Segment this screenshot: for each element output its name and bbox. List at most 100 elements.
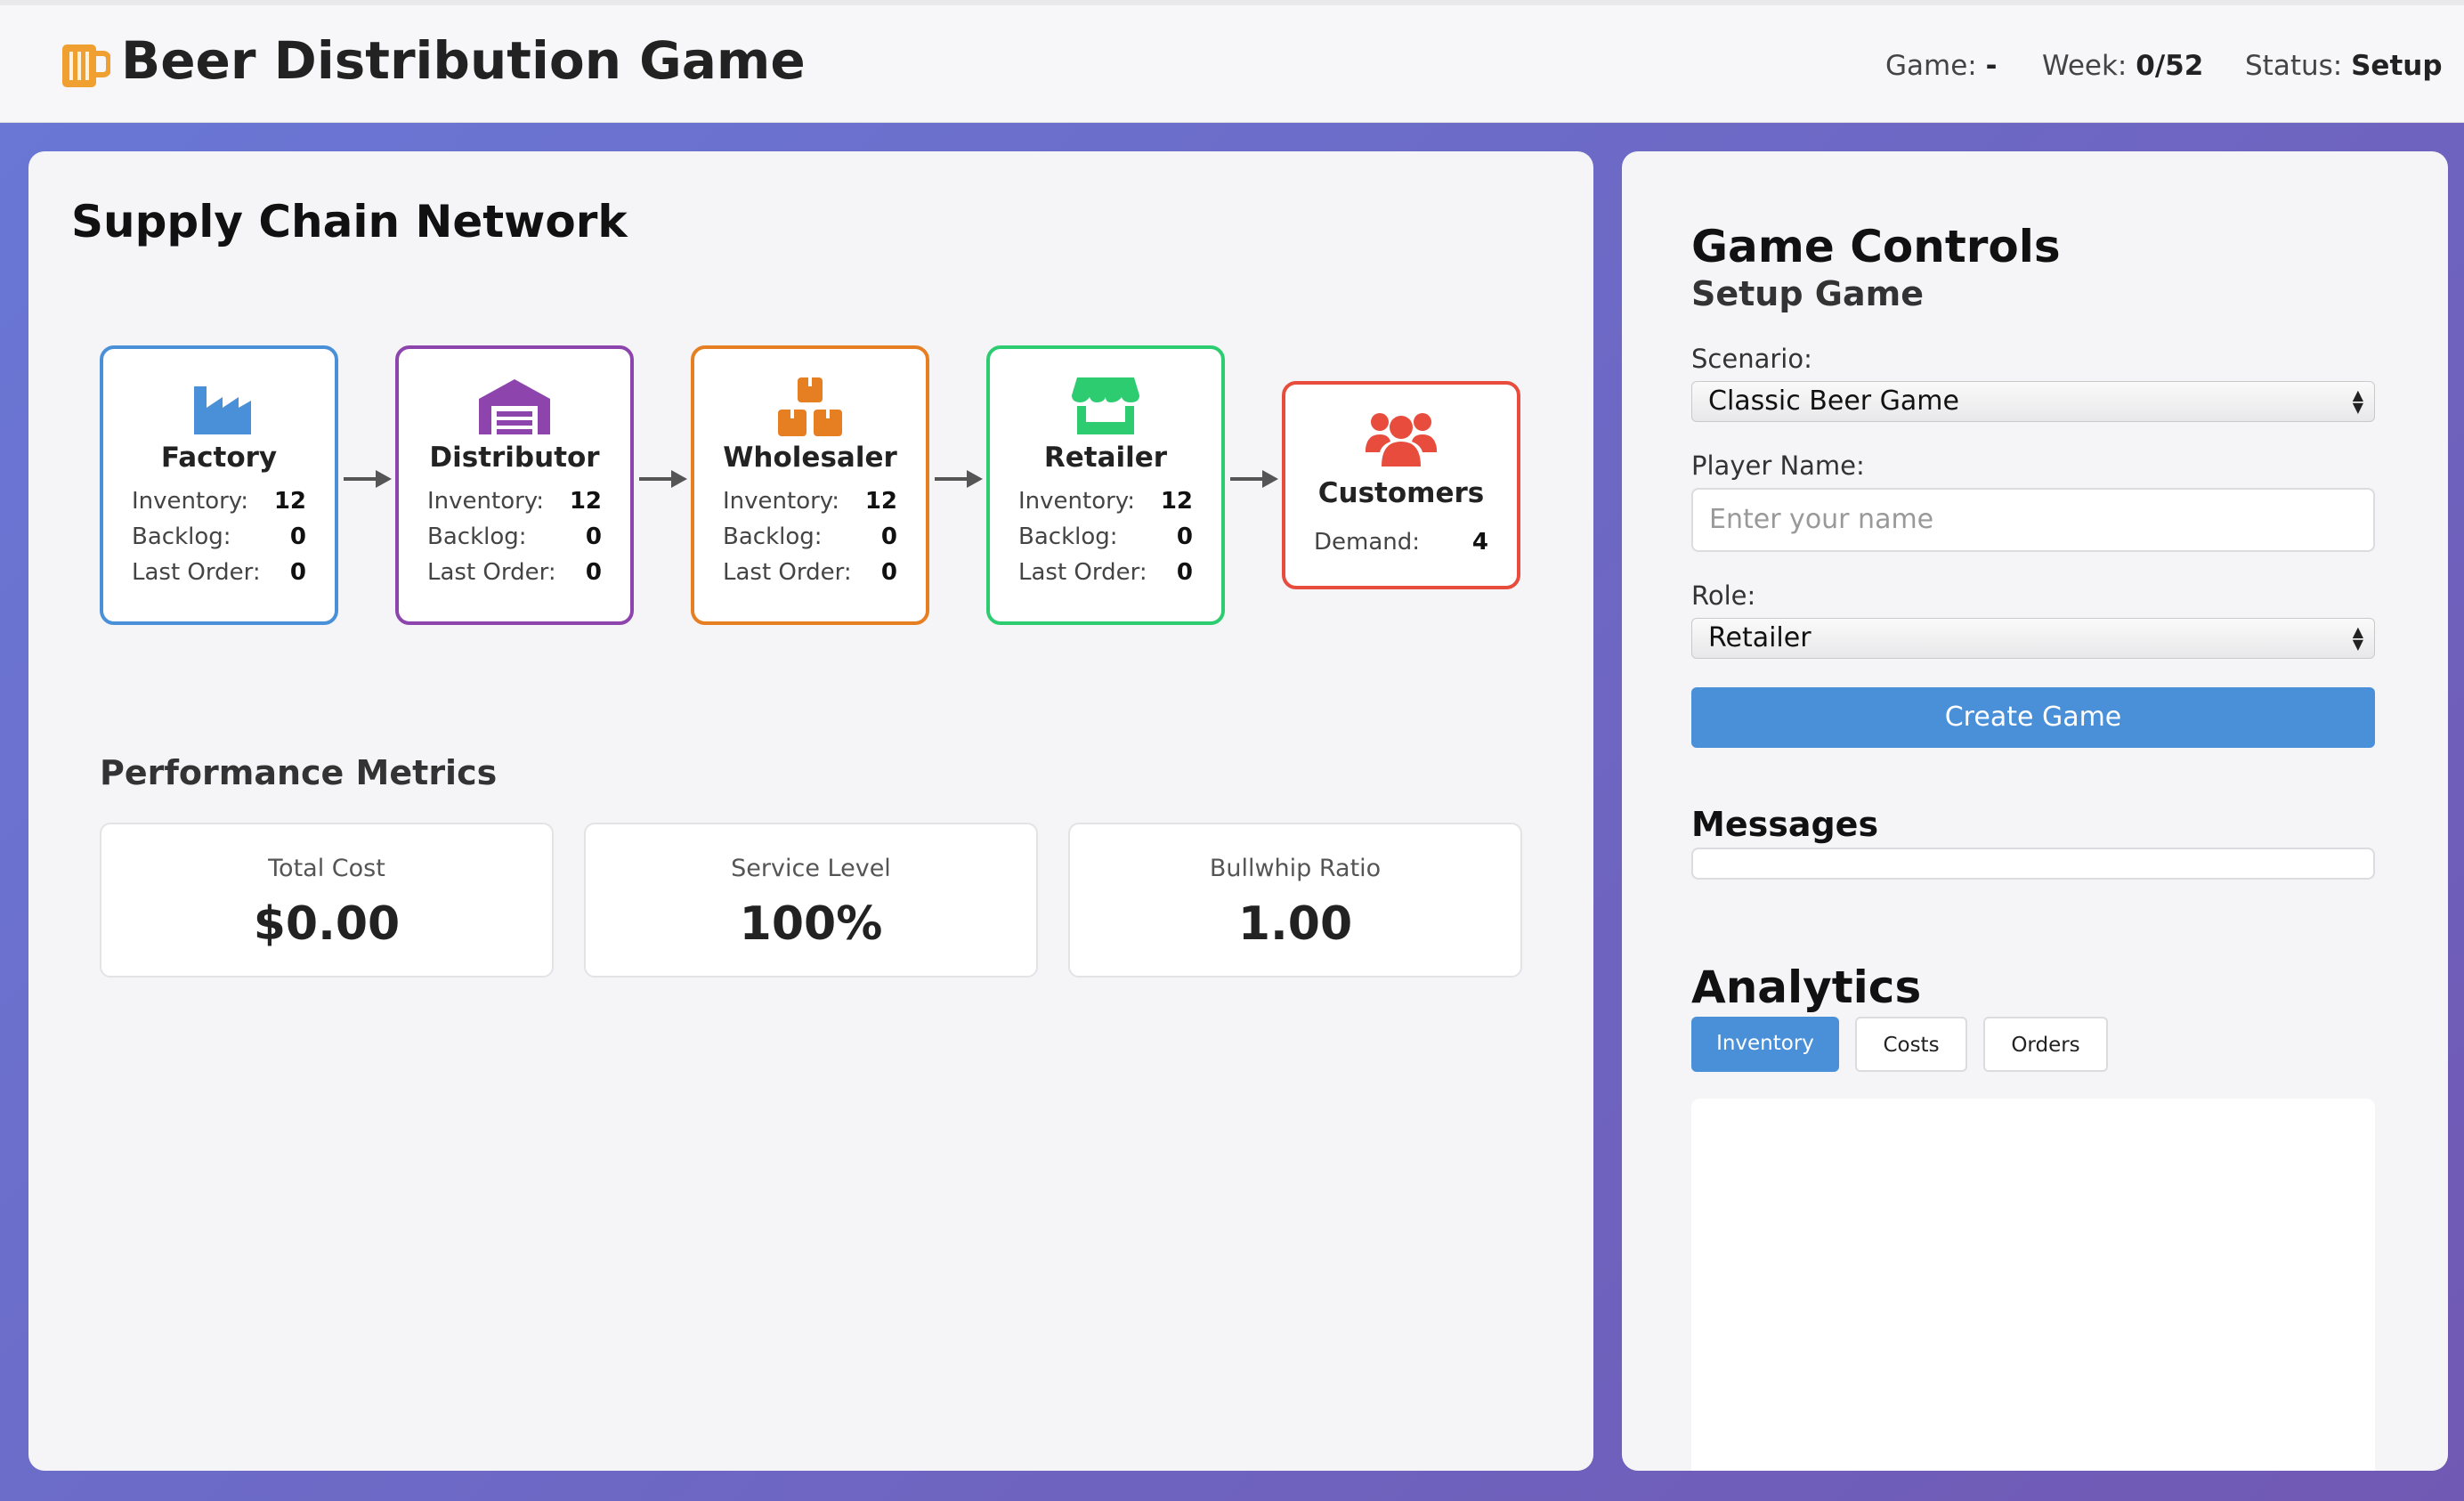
tab-inventory[interactable]: Inventory (1691, 1017, 1839, 1072)
last-order-label: Last Order: (427, 559, 556, 586)
role-select[interactable]: Retailer ▲ ▼ (1691, 618, 2375, 659)
metric-label: Total Cost (268, 855, 385, 882)
metric-value: 100% (739, 897, 883, 951)
demand-row: Demand: 4 (1314, 529, 1488, 556)
warehouse-icon (479, 379, 550, 434)
create-game-button[interactable]: Create Game (1691, 687, 2375, 748)
backlog-label: Backlog: (132, 523, 231, 550)
inventory-row: Inventory: 12 (723, 488, 897, 515)
backlog-value: 0 (585, 523, 602, 550)
users-icon (1366, 413, 1437, 467)
store-icon (1072, 377, 1139, 434)
node-name: Distributor (429, 442, 600, 474)
analytics-chart-area (1691, 1099, 2375, 1471)
select-arrows-icon: ▲ ▼ (2352, 623, 2363, 653)
backlog-value: 0 (289, 523, 306, 550)
metric-label: Bullwhip Ratio (1209, 855, 1382, 882)
app-title: Beer Distribution Game (121, 30, 806, 91)
arrow-right-icon (1230, 470, 1278, 488)
game-controls-title: Game Controls (1691, 221, 2061, 272)
metric-label: Service Level (731, 855, 891, 882)
inventory-label: Inventory: (1018, 488, 1136, 515)
node-factory[interactable]: Factory Inventory: 12 Backlog: 0 Last Orde… (100, 345, 338, 625)
backlog-label: Backlog: (1018, 523, 1118, 550)
inventory-label: Inventory: (427, 488, 545, 515)
boxes-icon (778, 377, 842, 436)
backlog-label: Backlog: (427, 523, 527, 550)
backlog-value: 0 (1176, 523, 1193, 550)
backlog-row: Backlog: 0 (132, 523, 306, 550)
inventory-row: Inventory: 12 (132, 488, 306, 515)
metric-service-level: Service Level 100% (584, 823, 1038, 978)
week-indicator: Week: 0/52 (2042, 50, 2203, 82)
inventory-label: Inventory: (132, 488, 249, 515)
last-order-row: Last Order: 0 (132, 559, 306, 586)
game-label: Game: (1885, 50, 1977, 82)
last-order-value: 0 (880, 559, 897, 586)
setup-game-subtitle: Setup Game (1691, 274, 1924, 313)
inventory-value: 12 (273, 488, 306, 515)
backlog-row: Backlog: 0 (1018, 523, 1193, 550)
last-order-value: 0 (585, 559, 602, 586)
supply-chain-title: Supply Chain Network (71, 196, 628, 247)
node-name: Retailer (1043, 442, 1168, 474)
inventory-value: 12 (1160, 488, 1193, 515)
last-order-label: Last Order: (1018, 559, 1147, 586)
inventory-value: 12 (864, 488, 897, 515)
player-name-placeholder: Enter your name (1709, 504, 1934, 535)
week-value: 0/52 (2136, 50, 2204, 82)
inventory-row: Inventory: 12 (427, 488, 602, 515)
week-label: Week: (2042, 50, 2128, 82)
demand-value: 4 (1471, 529, 1488, 556)
player-name-input[interactable]: Enter your name (1691, 488, 2375, 552)
game-value: - (1985, 50, 1998, 82)
last-order-row: Last Order: 0 (723, 559, 897, 586)
performance-metrics-title: Performance Metrics (100, 753, 498, 792)
node-distributor[interactable]: Distributor Inventory: 12 Backlog: 0 Last … (395, 345, 634, 625)
node-name: Factory (160, 442, 278, 474)
node-name: Customers (1317, 477, 1485, 509)
backlog-label: Backlog: (723, 523, 823, 550)
backlog-row: Backlog: 0 (427, 523, 602, 550)
last-order-row: Last Order: 0 (1018, 559, 1193, 586)
beer-mug-icon (62, 45, 110, 87)
metric-value: $0.00 (253, 897, 401, 951)
messages-box (1691, 848, 2375, 880)
factory-icon (194, 386, 251, 434)
role-label: Role: (1691, 580, 1756, 611)
last-order-label: Last Order: (723, 559, 852, 586)
last-order-value: 0 (1176, 559, 1193, 586)
inventory-label: Inventory: (723, 488, 840, 515)
node-name: Wholesaler (723, 442, 897, 474)
scenario-select[interactable]: Classic Beer Game ▲ ▼ (1691, 381, 2375, 422)
supply-chain-panel: Supply Chain Network Factory Inventory: 1… (28, 151, 1593, 1471)
select-arrows-icon: ▲ ▼ (2352, 386, 2363, 416)
status-label: Status: (2245, 50, 2343, 82)
demand-label: Demand: (1314, 529, 1421, 556)
analytics-title: Analytics (1691, 961, 1922, 1013)
arrow-right-icon (639, 470, 687, 488)
metric-bullwhip-ratio: Bullwhip Ratio 1.00 (1068, 823, 1522, 978)
scenario-selected-value: Classic Beer Game (1708, 385, 1959, 417)
status-indicator: Status: Setup (2245, 50, 2443, 82)
status-value: Setup (2351, 50, 2443, 82)
last-order-row: Last Order: 0 (427, 559, 602, 586)
backlog-value: 0 (880, 523, 897, 550)
node-wholesaler[interactable]: Wholesaler Inventory: 12 Backlog: 0 Last O… (691, 345, 929, 625)
node-retailer[interactable]: Retailer Inventory: 12 Backlog: 0 Last Ord… (986, 345, 1225, 625)
last-order-label: Last Order: (132, 559, 261, 586)
messages-title: Messages (1691, 805, 1879, 844)
app-header: Beer Distribution Game Game: - Week: 0/5… (0, 5, 2464, 123)
last-order-value: 0 (289, 559, 306, 586)
tab-costs[interactable]: Costs (1855, 1017, 1967, 1072)
backlog-row: Backlog: 0 (723, 523, 897, 550)
node-customers[interactable]: Customers Demand: 4 (1282, 381, 1520, 589)
metric-value: 1.00 (1237, 897, 1353, 951)
arrow-right-icon (344, 470, 392, 488)
tab-orders[interactable]: Orders (1983, 1017, 2108, 1072)
game-indicator: Game: - (1885, 50, 1997, 82)
scenario-label: Scenario: (1691, 344, 1812, 374)
inventory-value: 12 (569, 488, 602, 515)
player-name-label: Player Name: (1691, 450, 1865, 481)
game-controls-panel: Game Controls Setup Game Scenario: Class… (1622, 151, 2448, 1471)
